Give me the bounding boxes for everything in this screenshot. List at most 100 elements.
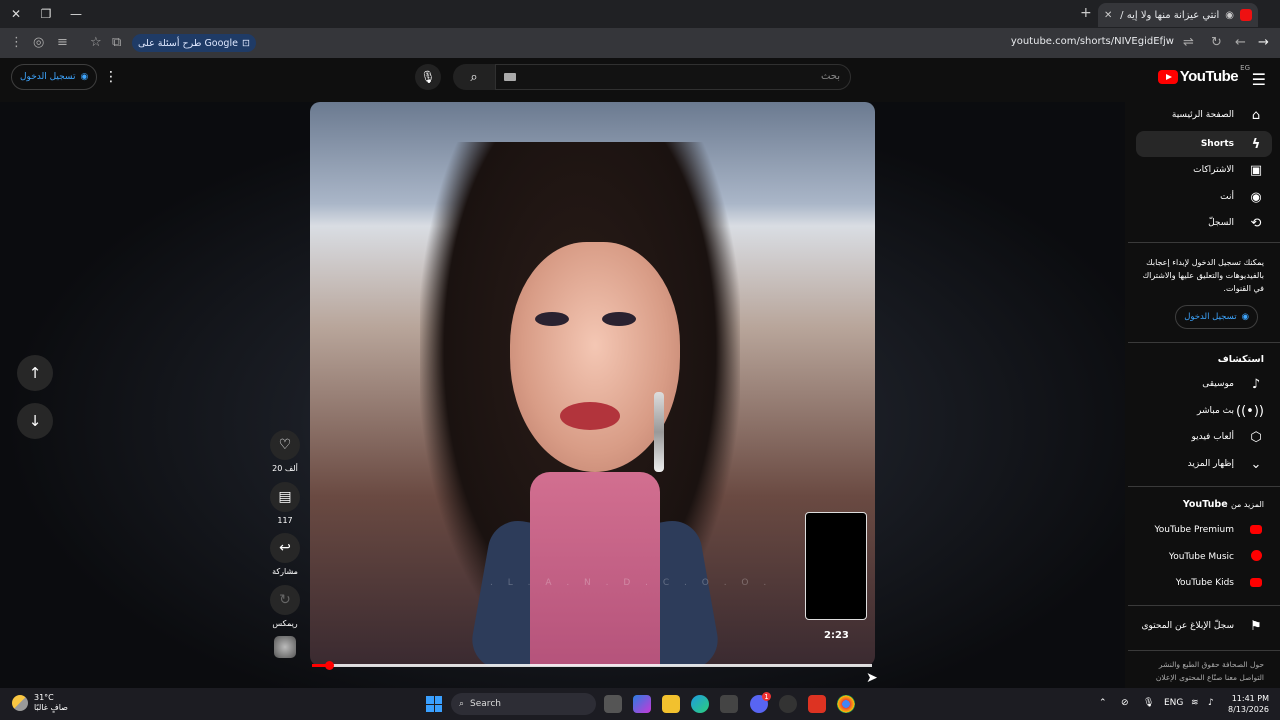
sidebar-item-label: YouTube Premium xyxy=(1154,525,1234,535)
taskbar-search[interactable]: ⌕ Search xyxy=(451,693,596,715)
sidebar-item-you[interactable]: ◉ أنت xyxy=(1136,184,1272,210)
weather-icon xyxy=(12,695,28,711)
site-settings-icon[interactable]: ⇌ xyxy=(1183,35,1194,50)
footer-links[interactable]: التواصل معنا صنّاع المحتوى الإعلان xyxy=(1134,671,1264,684)
sidebar-item-history[interactable]: ⟲ السجلّ xyxy=(1136,210,1272,236)
video-progress-bar[interactable] xyxy=(312,661,872,670)
chrome-icon[interactable] xyxy=(837,695,855,713)
volume-icon[interactable]: ♪ xyxy=(1208,698,1214,708)
close-tab-icon[interactable]: ✕ xyxy=(1104,10,1112,21)
windows-taskbar: 31°C صافٍ غالبًا ⌕ Search 1 ⌃ ⊘ 🎙 ENG ≋ … xyxy=(0,688,1280,720)
back-icon[interactable]: → xyxy=(1258,35,1269,50)
sidebar-signin-button[interactable]: ◉ تسجيل الدخول xyxy=(1175,305,1258,329)
edge-icon[interactable] xyxy=(691,695,709,713)
channel-avatar[interactable] xyxy=(274,636,296,658)
sidebar-show-more[interactable]: ⌄ إظهار المزيد xyxy=(1136,451,1272,477)
search-button[interactable]: ⌕ xyxy=(453,64,495,90)
sidebar-item-subscriptions[interactable]: ▣ الاشتراكات xyxy=(1136,157,1272,183)
browser-tab[interactable]: ◉ أنتي عيزانة منها ولا إيه / شابر ✕ xyxy=(1098,3,1258,27)
next-short-button[interactable]: ↓ xyxy=(17,403,53,439)
reload-icon[interactable]: ↻ xyxy=(1211,35,1222,50)
live-icon: ((•)) xyxy=(1236,403,1264,419)
restore-window-icon[interactable]: ❐ xyxy=(38,6,54,22)
profile-icon[interactable]: ◎ xyxy=(33,35,44,50)
app-icon[interactable] xyxy=(779,695,797,713)
task-view-icon[interactable] xyxy=(604,695,622,713)
search-icon: ⌕ xyxy=(459,699,465,709)
sidebar-footer: حول الصحافة حقوق الطبع والنشر التواصل مع… xyxy=(1134,658,1264,684)
flag-icon: ⚑ xyxy=(1250,618,1262,634)
close-window-icon[interactable]: ✕ xyxy=(8,6,24,22)
voice-search-button[interactable]: 🎙 xyxy=(415,64,441,90)
sidebar-item-label: بث مباشر xyxy=(1197,406,1234,416)
network-off-icon[interactable]: ⊘ xyxy=(1121,698,1129,708)
remix-button[interactable]: ↻ ريمكس xyxy=(270,585,300,628)
sidebar-item-music-app[interactable]: YouTube Music xyxy=(1136,544,1272,570)
more-from-heading: المزيد من YouTube xyxy=(1183,499,1264,510)
share-button[interactable]: ↩ مشاركة xyxy=(270,533,300,576)
taskbar-search-label: Search xyxy=(470,699,501,709)
mic-icon: 🎙 xyxy=(420,70,436,84)
sidebar-item-home[interactable]: ⌂ الصفحة الرئيسية xyxy=(1136,102,1272,128)
tray-chevron-icon[interactable]: ⌃ xyxy=(1099,698,1107,708)
sidebar-item-label: YouTube Kids xyxy=(1175,578,1234,588)
video-frame-eye xyxy=(602,312,636,326)
sidebar-item-kids[interactable]: YouTube Kids xyxy=(1136,570,1272,596)
search-input[interactable]: بحث xyxy=(495,64,851,90)
file-explorer-icon[interactable] xyxy=(662,695,680,713)
pocket-icon[interactable] xyxy=(808,695,826,713)
language-indicator[interactable]: ENG xyxy=(1164,698,1183,708)
share-icon: ↩ xyxy=(279,540,291,556)
mini-preview[interactable] xyxy=(805,512,867,620)
video-frame-earring xyxy=(654,392,664,472)
comments-button[interactable]: ▤ 117 xyxy=(270,482,300,525)
sidebar-item-gaming[interactable]: ⬡ ألعاب فيديو xyxy=(1136,424,1272,450)
youtube-play-icon xyxy=(1157,69,1178,84)
youtube-logo[interactable]: YouTube EG xyxy=(1157,64,1250,85)
menu-icon[interactable]: ⋮ xyxy=(10,35,23,50)
forward-icon[interactable]: ← xyxy=(1235,35,1246,50)
minimize-window-icon[interactable]: — xyxy=(68,6,84,22)
like-count: 20 ألف xyxy=(272,464,298,473)
audio-icon[interactable]: ◉ xyxy=(1225,10,1234,21)
guide-menu-icon[interactable]: ☰ xyxy=(1252,70,1266,89)
address-bar: ⋮ ◎ ≡ ☆ ⧉ طرح أسئلة على Google ⊡ youtube… xyxy=(0,28,1280,58)
system-clock[interactable]: 11:41 PM 8/13/2026 xyxy=(1228,693,1269,715)
store-icon[interactable] xyxy=(720,695,738,713)
copilot-icon[interactable] xyxy=(633,695,651,713)
install-app-icon[interactable]: ⧉ xyxy=(112,35,121,50)
footer-links[interactable]: حول الصحافة حقوق الطبع والنشر xyxy=(1134,658,1264,671)
comment-icon: ▤ xyxy=(278,489,292,505)
like-button[interactable]: ♡ 20 ألف xyxy=(270,430,300,473)
sidebar-item-report-history[interactable]: ⚑ سجلّ الإبلاغ عن المحتوى xyxy=(1136,613,1272,639)
url-field[interactable]: youtube.com/shorts/NIVEgidEfjw xyxy=(1011,36,1174,47)
clock-date: 8/13/2026 xyxy=(1228,705,1270,714)
wifi-icon[interactable]: ≋ xyxy=(1191,698,1199,708)
sidebar-item-label: YouTube Music xyxy=(1168,552,1234,562)
youtube-favicon-icon xyxy=(1240,9,1252,21)
microphone-icon[interactable]: 🎙 xyxy=(1143,698,1154,708)
sidebar-item-live[interactable]: ((•)) بث مباشر xyxy=(1136,398,1272,424)
account-icon: ◉ xyxy=(1241,312,1249,322)
share-label: مشاركة xyxy=(272,567,298,576)
sidebar-item-label: إظهار المزيد xyxy=(1187,459,1234,469)
start-button[interactable] xyxy=(426,696,442,712)
signin-prompt: يمكنك تسجيل الدخول لإبداء إعجابك بالفيدي… xyxy=(1142,258,1264,293)
progress-scrubber[interactable] xyxy=(324,661,334,670)
keyboard-icon[interactable] xyxy=(504,73,516,81)
shorts-video-player[interactable]: . L . A . N . D . C . O . O . 2:23 xyxy=(310,102,875,666)
bookmark-star-icon[interactable]: ☆ xyxy=(90,35,102,50)
signin-button[interactable]: ◉ تسجيل الدخول xyxy=(11,64,98,90)
logo-wordmark: YouTube xyxy=(1179,68,1239,85)
sidebar-item-music[interactable]: ♪ موسيقى xyxy=(1136,371,1272,397)
sidebar-item-premium[interactable]: YouTube Premium xyxy=(1136,517,1272,543)
reading-list-icon[interactable]: ≡ xyxy=(57,35,68,50)
google-lens-chip[interactable]: طرح أسئلة على Google ⊡ xyxy=(132,34,256,52)
new-tab-button[interactable]: + xyxy=(1080,5,1092,21)
subscriptions-icon: ▣ xyxy=(1249,162,1263,178)
discord-icon[interactable]: 1 xyxy=(750,692,771,713)
settings-more-icon[interactable]: ⋮ xyxy=(104,69,118,85)
weather-widget[interactable]: 31°C صافٍ غالبًا xyxy=(12,693,68,713)
previous-short-button[interactable]: ↑ xyxy=(17,355,53,391)
sidebar-item-shorts[interactable]: ϟ Shorts xyxy=(1136,131,1272,157)
